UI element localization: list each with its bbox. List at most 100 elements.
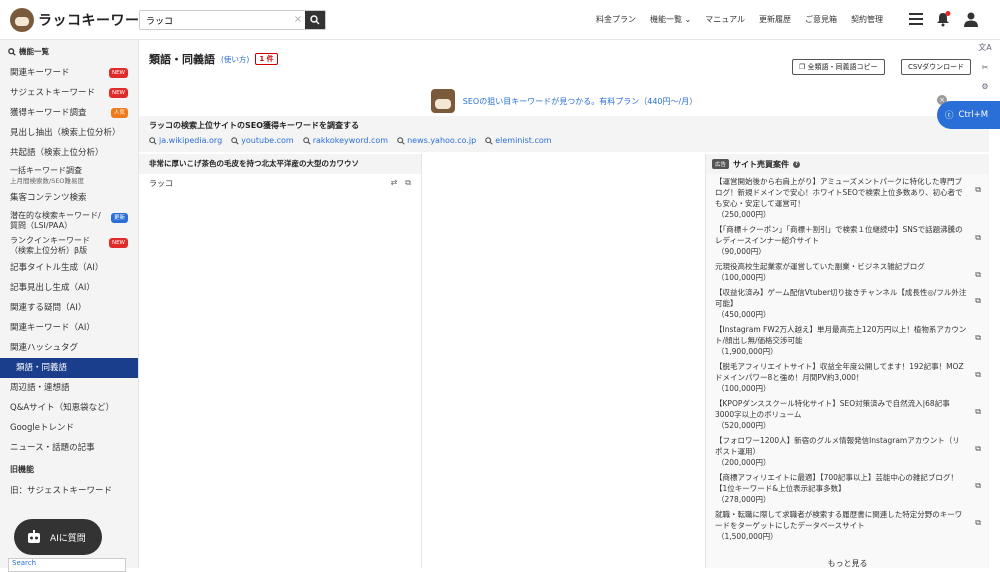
retweet-icon[interactable]: ⇄ (391, 178, 398, 188)
listing-price: （100,000円） (717, 273, 771, 282)
usage-link[interactable]: (使い方) (221, 54, 249, 65)
sidebar-item-old-suggest[interactable]: 旧：サジェストキーワード (0, 481, 138, 501)
sidebar-item-title-ai[interactable]: 記事タイトル生成（AI） (0, 258, 138, 278)
sidebar-item-headings-extract[interactable]: 見出し抽出（検索上位分析） (0, 123, 138, 143)
new-badge: NEW (108, 238, 128, 248)
bell-icon[interactable] (935, 11, 951, 27)
site-link-youtube[interactable]: youtube.com (231, 136, 294, 145)
external-link-icon: ⧉ (975, 233, 981, 242)
sidebar: 機能一覧 関連キーワード NEW サジェストキーワード NEW 獲得キーワード調査 人… (0, 40, 139, 568)
sidebar-item-lsi-paa[interactable]: 潜在的な検索キーワード/質問（LSI/PAA） 更新 (0, 208, 138, 233)
search-icon (231, 136, 239, 145)
menu-icon[interactable] (909, 13, 923, 25)
external-link-icon: ⧉ (975, 518, 981, 527)
site-link-eleminist[interactable]: eleminist.com (485, 136, 552, 145)
sidebar-item-label: 関連キーワード (10, 68, 70, 78)
list-item[interactable]: 【KPOPダンススクール特化サイト】SEO対策済みで自然流入|68記事3000字… (706, 396, 989, 433)
list-item[interactable]: 【商標アフィリエイトに最適】【700記事以上】芸能中心の雑記ブログ！【1位キーワ… (706, 470, 989, 507)
ctrl-m-button[interactable]: ⓒ Ctrl+M (937, 101, 1000, 129)
list-item[interactable]: ラッコ ⇄ ⧉ (139, 174, 421, 192)
sidebar-item-questions-ai[interactable]: 関連する疑問（AI） (0, 298, 138, 318)
synonym-group-heading: 非常に厚いこげ茶色の毛皮を持つ北太平洋産の大型のカワウソ (139, 154, 421, 174)
main-content: 類語・同義語 (使い方) 1 件 ❐ 全類語・同義語コピー CSVダウンロード … (139, 40, 989, 568)
listing-price: （100,000円） (717, 384, 771, 393)
sidebar-item-qa-sites[interactable]: Q&Aサイト（知恵袋など） (0, 398, 138, 418)
copy-all-button[interactable]: ❐ 全類語・同義語コピー (792, 59, 885, 75)
new-badge: NEW (108, 68, 128, 78)
listing-text: 元現役高校生起業家が運営していた副業・ビジネス雑記ブログ (715, 262, 925, 271)
list-item[interactable]: 【フォロワー1200人】新宿のグルメ情報発信Instagramアカウント（リポス… (706, 433, 989, 470)
new-badge: NEW (108, 88, 128, 98)
listing-price: （278,000円） (717, 495, 771, 504)
listing-text: 【「商標＋クーポン」「商標＋割引」で検索１位継続中】SNSで話題沸騰のレディース… (715, 225, 963, 245)
listing-text: 【脱毛アフィリエイトサイト】収益全年度公開してます！192記事！MOZドメインパ… (715, 362, 964, 382)
site-link-yahoo-news[interactable]: news.yahoo.co.jp (397, 136, 476, 145)
sidebar-item-label: 類語・同義語 (16, 363, 68, 373)
nav-pricing[interactable]: 料金プラン (596, 14, 636, 25)
scissors-icon[interactable]: ✂ (982, 63, 989, 72)
settings-icon[interactable]: ⚙ (981, 82, 988, 91)
sidebar-item-content-search[interactable]: 集客コンテンツ検索 (0, 188, 138, 208)
sidebar-item-associations[interactable]: 周辺語・連想語 (0, 378, 138, 398)
site-sale-panel: 広告 サイト売買案件 ? 【運営開始後から右肩上がり】アミューズメントパークに特… (706, 154, 989, 568)
sidebar-item-acquired-keywords[interactable]: 獲得キーワード調査 人気 (0, 103, 138, 123)
search-input[interactable] (140, 11, 291, 29)
sidebar-item-label: 獲得キーワード調査 (10, 108, 87, 118)
promo-text: SEOの狙い目キーワードが見つかる。有料プラン（440円〜/月） (462, 96, 698, 106)
csv-download-button[interactable]: CSVダウンロード (901, 59, 972, 75)
list-item[interactable]: 【運営開始後から右肩上がり】アミューズメントパークに特化した専門ブログ！新規ドメ… (706, 174, 989, 222)
list-item[interactable]: 就職・転職に際して求職者が検索する履歴書に関連した特定分野のキーワードをターゲッ… (706, 507, 989, 544)
ai-question-button[interactable]: AIに質問 (14, 519, 102, 555)
nav-manual[interactable]: マニュアル (705, 14, 745, 25)
nav-feedback[interactable]: ご意見箱 (805, 14, 837, 25)
listing-price: （200,000円） (717, 458, 771, 467)
sidebar-item-related-keywords[interactable]: 関連キーワード NEW (0, 63, 138, 83)
external-link-icon[interactable]: ⧉ (405, 178, 411, 188)
popular-badge: 人気 (110, 108, 128, 118)
sidebar-item-synonyms[interactable]: 類語・同義語 (0, 358, 138, 378)
sidebar-item-bulk-keyword[interactable]: 一括キーワード調査 上月間検索数/SEO難易度 (0, 163, 138, 188)
listing-price: （1,900,000円） (717, 347, 778, 356)
help-icon[interactable]: ? (793, 160, 801, 168)
sidebar-item-label: 集客コンテンツ検索 (10, 193, 87, 203)
list-item[interactable]: 【収益化済み】ゲーム配信Vtuber切り抜きチャンネル【成長性◎/フル外注可能】… (706, 285, 989, 322)
show-more-link[interactable]: もっと見る (706, 558, 989, 569)
user-icon[interactable] (963, 11, 979, 27)
sidebar-item-cooccurrence[interactable]: 共起語（検索上位分析） (0, 143, 138, 163)
research-title: ラッコの検索上位サイトのSEO獲得キーワードを調査する (149, 121, 360, 130)
nav-features-label: 機能一覧 (650, 15, 682, 24)
list-item[interactable]: 【脱毛アフィリエイトサイト】収益全年度公開してます！192記事！MOZドメインパ… (706, 359, 989, 396)
external-link-icon: ⧉ (975, 407, 981, 416)
sidebar-item-suggest-keywords[interactable]: サジェストキーワード NEW (0, 83, 138, 103)
site-logo[interactable]: ラッコキーワード (10, 8, 154, 32)
sidebar-item-label: 一括キーワード調査 (10, 166, 82, 175)
translate-icon[interactable]: 文A (978, 42, 991, 53)
sidebar-item-hashtags[interactable]: 関連ハッシュタグ (0, 338, 138, 358)
sidebar-banner[interactable]: Search (8, 558, 126, 572)
search-button[interactable] (305, 11, 325, 29)
nav-features[interactable]: 機能一覧 ⌄ (650, 14, 691, 25)
site-link-rakkokeyword[interactable]: rakkokeyword.com (302, 136, 388, 145)
sidebar-item-news[interactable]: ニュース・話題の記事 (0, 438, 138, 458)
promo-banner[interactable]: SEOの狙い目キーワードが見つかる。有料プラン（440円〜/月） × (139, 86, 989, 116)
sidebar-item-google-trends[interactable]: Googleトレンド (0, 418, 138, 438)
copy-all-label: 全類語・同義語コピー (807, 63, 878, 71)
sidebar-item-headings-ai[interactable]: 記事見出し生成（AI） (0, 278, 138, 298)
nav-changelog[interactable]: 更新履歴 (759, 14, 791, 25)
clear-icon[interactable]: × (291, 11, 305, 29)
floating-toolbar: 文A ✂ ⚙ (975, 40, 995, 91)
list-item[interactable]: 【Instagram FW2万人越え】単月最高売上120万円以上！植物系アカウン… (706, 322, 989, 359)
search-icon (149, 136, 157, 145)
sidebar-item-related-keywords-ai[interactable]: 関連キーワード（AI） (0, 318, 138, 338)
sidebar-item-label: 関連キーワード（AI） (10, 323, 95, 333)
sidebar-item-rank-in-keywords[interactable]: ランクインキーワード （検索上位分析）β版 NEW (0, 233, 138, 258)
list-item[interactable]: 元現役高校生起業家が運営していた副業・ビジネス雑記ブログ （100,000円） ⧉ (706, 259, 989, 285)
sidebar-item-label: 関連ハッシュタグ (10, 343, 79, 353)
site-link-wikipedia[interactable]: ja.wikipedia.org (149, 136, 222, 145)
list-item[interactable]: 【「商標＋クーポン」「商標＋割引」で検索１位継続中】SNSで話題沸騰のレディース… (706, 222, 989, 259)
site-link-label: ja.wikipedia.org (159, 136, 223, 145)
search-icon (8, 47, 16, 56)
search-icon (485, 136, 493, 145)
result-count: 1 件 (255, 53, 278, 65)
nav-contract[interactable]: 契約管理 (851, 14, 883, 25)
